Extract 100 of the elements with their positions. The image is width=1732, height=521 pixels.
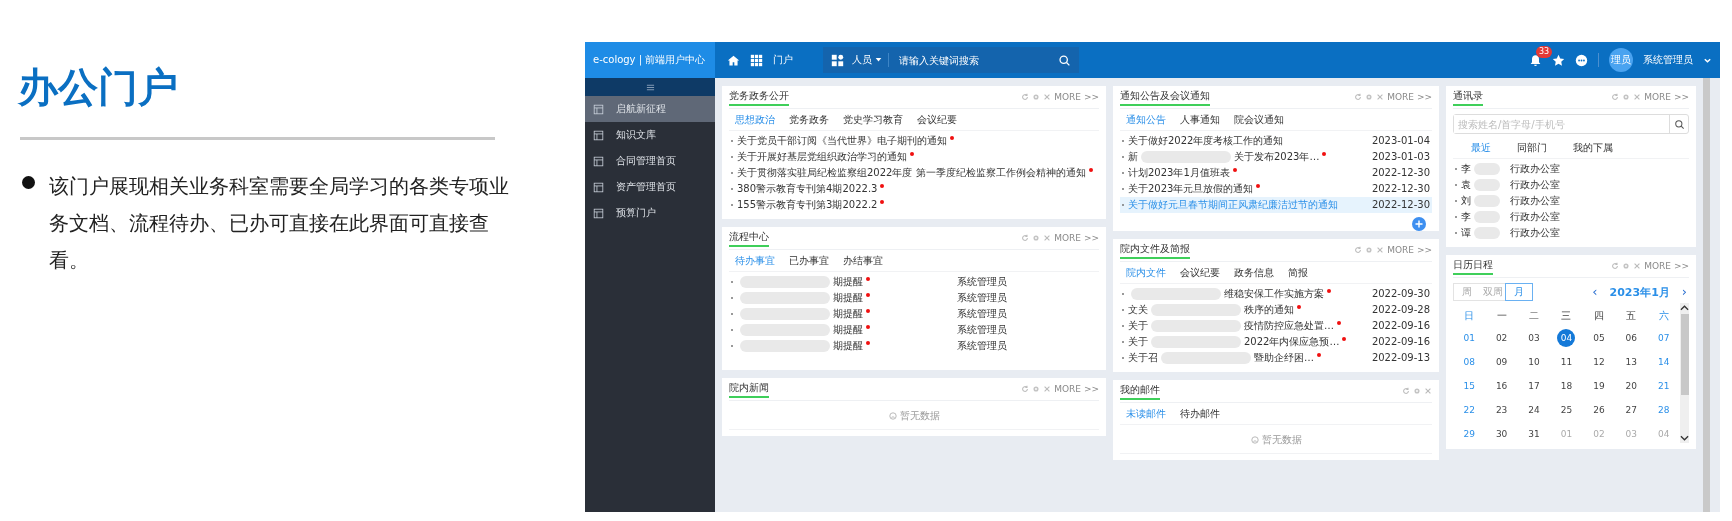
panel-tab[interactable]: 未读邮件 xyxy=(1126,407,1166,421)
contact-name[interactable]: 谭 xyxy=(1461,226,1471,240)
item-title[interactable]: 关于 xyxy=(1128,336,1148,347)
refresh-icon[interactable] xyxy=(1021,234,1030,242)
panel-tab[interactable]: 同部门 xyxy=(1517,141,1547,155)
contact-name[interactable]: 李 xyxy=(1461,210,1471,224)
panel-tab[interactable]: 党务政务 xyxy=(789,113,829,127)
item-title[interactable]: 关于召 xyxy=(1128,352,1158,363)
list-row[interactable]: 关于2023年元旦放假的通知 2022-12-30 xyxy=(1120,181,1432,197)
view-toggle[interactable]: 月 xyxy=(1506,284,1532,300)
calendar-day[interactable]: 16 xyxy=(1492,377,1511,395)
calendar-day[interactable]: 27 xyxy=(1622,401,1641,419)
refresh-icon[interactable] xyxy=(1021,93,1030,101)
item-title[interactable]: 关于 xyxy=(1128,320,1148,331)
calendar-day[interactable]: 23 xyxy=(1492,401,1511,419)
previous-month-button[interactable]: ‹ xyxy=(1592,286,1598,298)
search-icon[interactable] xyxy=(1673,118,1685,130)
page-scrollbar[interactable] xyxy=(1703,78,1710,512)
close-icon[interactable] xyxy=(1376,246,1385,254)
panel-tab[interactable]: 人事通知 xyxy=(1180,113,1220,127)
panel-tab[interactable]: 待办邮件 xyxy=(1180,407,1220,421)
panel-tab[interactable]: 会议纪要 xyxy=(917,113,957,127)
calendar-day[interactable]: 26 xyxy=(1589,401,1608,419)
calendar-day[interactable]: 21 xyxy=(1654,377,1673,395)
item-title[interactable]: 文关 xyxy=(1128,304,1148,315)
home-icon[interactable] xyxy=(727,53,740,67)
refresh-icon[interactable] xyxy=(1611,262,1620,270)
item-title[interactable]: 期提醒 xyxy=(833,292,863,303)
item-title[interactable]: 维稳安保工作实施方案 xyxy=(1224,288,1324,299)
calendar-day[interactable]: 19 xyxy=(1589,377,1608,395)
calendar-day[interactable]: 02 xyxy=(1492,329,1511,347)
calendar-day[interactable]: 06 xyxy=(1622,329,1641,347)
item-title[interactable]: 新 xyxy=(1128,151,1138,162)
panel-tab[interactable]: 待办事宜 xyxy=(735,254,775,268)
more-link[interactable]: MORE >> xyxy=(1644,261,1689,271)
chevron-down-icon[interactable] xyxy=(1680,435,1689,441)
search-icon[interactable] xyxy=(1058,53,1071,67)
chevron-up-icon[interactable] xyxy=(1680,305,1689,311)
calendar-day[interactable]: 10 xyxy=(1525,353,1544,371)
item-title[interactable]: 关于2023年元旦放假的通知 xyxy=(1128,183,1254,194)
panel-tab[interactable]: 简报 xyxy=(1288,266,1308,280)
refresh-icon[interactable] xyxy=(1354,93,1363,101)
more-link[interactable]: MORE >> xyxy=(1387,92,1432,102)
next-month-button[interactable]: › xyxy=(1681,286,1687,298)
sidebar-item[interactable]: 资产管理首页 xyxy=(585,174,715,200)
calendar-day[interactable]: 15 xyxy=(1460,377,1479,395)
grid-icon[interactable] xyxy=(750,53,763,67)
chat-icon[interactable] xyxy=(1575,53,1588,67)
more-link[interactable]: MORE >> xyxy=(1054,384,1099,394)
close-icon[interactable] xyxy=(1424,387,1432,395)
panel-tab[interactable]: 会议纪要 xyxy=(1180,266,1220,280)
calendar-day[interactable]: 07 xyxy=(1654,329,1673,347)
panel-tab[interactable]: 已办事宜 xyxy=(789,254,829,268)
more-link[interactable]: MORE >> xyxy=(1387,245,1432,255)
bell-icon[interactable] xyxy=(1529,53,1542,67)
close-icon[interactable] xyxy=(1043,93,1052,101)
apps-icon[interactable] xyxy=(831,53,844,67)
scrollbar-thumb[interactable] xyxy=(1680,314,1689,395)
close-icon[interactable] xyxy=(1633,262,1642,270)
close-icon[interactable] xyxy=(1633,93,1642,101)
calendar-day[interactable]: 18 xyxy=(1557,377,1576,395)
item-title[interactable]: 2022年内保应急预… xyxy=(1244,336,1340,347)
close-icon[interactable] xyxy=(1043,234,1052,242)
settings-icon[interactable] xyxy=(1413,387,1421,395)
item-title[interactable]: 关于党员干部订阅《当代世界》电子期刊的通知 xyxy=(737,135,947,146)
star-icon[interactable] xyxy=(1552,53,1565,67)
list-row[interactable]: 关于做好2022年度考核工作的通知 2023-01-04 xyxy=(1120,133,1432,149)
user-name[interactable]: 系统管理员 xyxy=(1643,53,1693,67)
calendar-day[interactable]: 03 xyxy=(1525,329,1544,347)
more-link[interactable]: MORE >> xyxy=(1054,233,1099,243)
calendar-day[interactable]: 11 xyxy=(1557,353,1576,371)
settings-icon[interactable] xyxy=(1032,234,1041,242)
calendar-day[interactable]: 30 xyxy=(1492,425,1511,443)
search-scope-dropdown[interactable]: 人员 xyxy=(852,53,890,67)
item-title[interactable]: 关于开展好基层党组织政治学习的通知 xyxy=(737,151,907,162)
calendar-day[interactable]: 17 xyxy=(1525,377,1544,395)
panel-tab[interactable]: 通知公告 xyxy=(1126,113,1166,127)
refresh-icon[interactable] xyxy=(1402,387,1410,395)
close-icon[interactable] xyxy=(1043,385,1052,393)
panel-tab[interactable]: 思想政治 xyxy=(735,113,775,127)
item-title[interactable]: 期提醒 xyxy=(833,340,863,351)
calendar-day[interactable]: 08 xyxy=(1460,353,1479,371)
panel-tab[interactable]: 院会议通知 xyxy=(1234,113,1284,127)
menu-icon[interactable] xyxy=(645,82,655,92)
refresh-icon[interactable] xyxy=(1021,385,1030,393)
calendar-day[interactable]: 14 xyxy=(1654,353,1673,371)
more-link[interactable]: MORE >> xyxy=(1054,92,1099,102)
panel-tab[interactable]: 政务信息 xyxy=(1234,266,1274,280)
calendar-day[interactable]: 04 xyxy=(1557,329,1576,347)
sidebar-item[interactable]: 预算门户 xyxy=(585,200,715,226)
item-title[interactable]: 380警示教育专刊第4期2022.3 xyxy=(737,183,878,194)
panel-tab[interactable]: 党史学习教育 xyxy=(843,113,903,127)
item-title[interactable]: 计划2023年1月值班表 xyxy=(1128,167,1230,178)
calendar-day[interactable]: 28 xyxy=(1654,401,1673,419)
list-row[interactable]: 新 关于发布2023年… 2023-01-03 xyxy=(1120,149,1432,165)
item-title[interactable]: 暨助企纾困… xyxy=(1254,352,1314,363)
settings-icon[interactable] xyxy=(1365,246,1374,254)
calendar-day[interactable]: 13 xyxy=(1622,353,1641,371)
settings-icon[interactable] xyxy=(1032,93,1041,101)
panel-tab[interactable]: 院内文件 xyxy=(1126,266,1166,280)
